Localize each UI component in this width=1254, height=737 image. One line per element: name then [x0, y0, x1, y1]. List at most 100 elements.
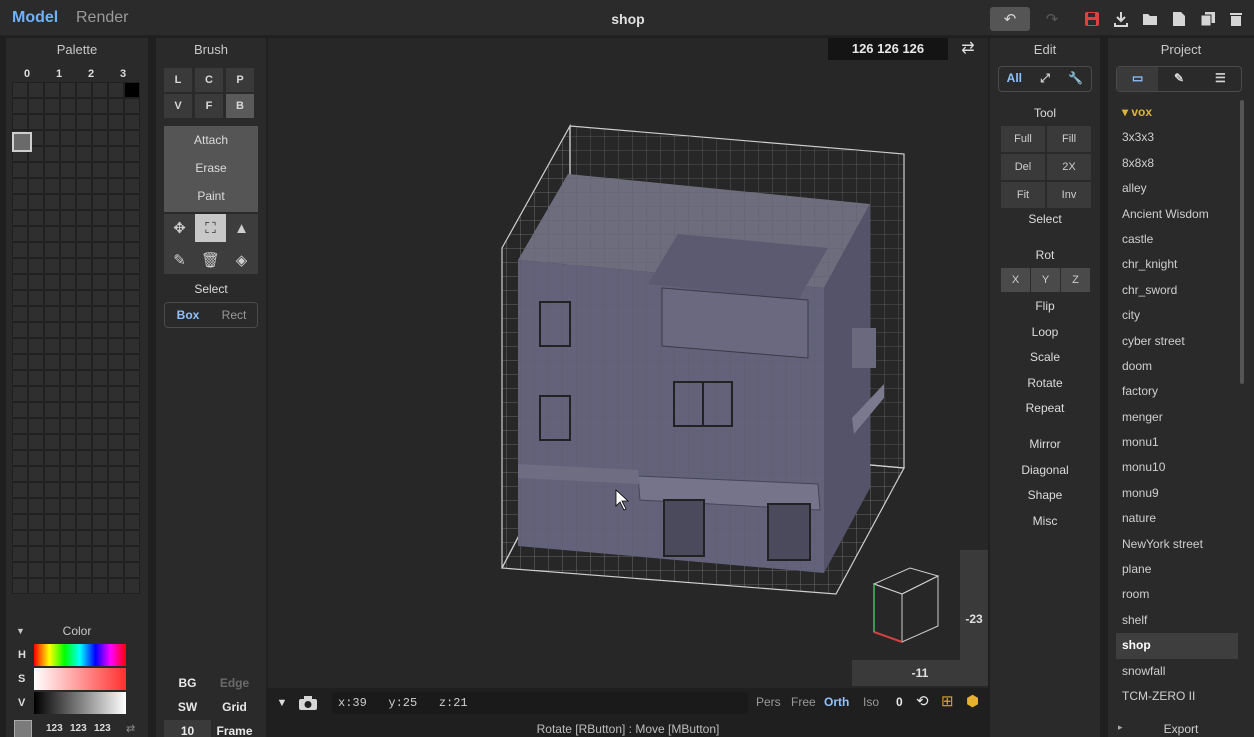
- palette-cell[interactable]: [44, 418, 60, 434]
- color-section-header[interactable]: ▼ Color: [6, 622, 148, 640]
- palette-cell[interactable]: [124, 498, 140, 514]
- palette-cell[interactable]: [60, 578, 76, 594]
- palette-cell[interactable]: [12, 466, 28, 482]
- palette-cell[interactable]: [124, 274, 140, 290]
- iso-view-button[interactable]: Iso: [863, 695, 879, 709]
- project-item[interactable]: room: [1116, 582, 1238, 607]
- fit-button[interactable]: Fit: [1001, 182, 1045, 208]
- palette-cell[interactable]: [44, 562, 60, 578]
- palette-cell[interactable]: [124, 434, 140, 450]
- palette-cell[interactable]: [76, 370, 92, 386]
- palette-cell[interactable]: [12, 162, 28, 178]
- bg-toggle[interactable]: BG: [164, 672, 211, 694]
- palette-cell[interactable]: [76, 162, 92, 178]
- brush-l-button[interactable]: L: [164, 68, 192, 92]
- palette-cell[interactable]: [44, 402, 60, 418]
- fill-button[interactable]: Fill: [1047, 126, 1091, 152]
- 3d-viewport[interactable]: -23 -11: [268, 38, 988, 688]
- palette-cell[interactable]: [28, 402, 44, 418]
- palette-cell[interactable]: [60, 258, 76, 274]
- palette-cell[interactable]: [92, 386, 108, 402]
- palette-cell[interactable]: [92, 578, 108, 594]
- sw-toggle[interactable]: SW: [164, 696, 211, 718]
- palette-cell[interactable]: [92, 434, 108, 450]
- pers-view-button[interactable]: Pers: [756, 695, 781, 709]
- palette-cell[interactable]: [76, 322, 92, 338]
- palette-cell[interactable]: [28, 274, 44, 290]
- palette-cell[interactable]: [76, 546, 92, 562]
- palette-cell[interactable]: [124, 450, 140, 466]
- palette-cell[interactable]: [92, 178, 108, 194]
- palette-cell[interactable]: [12, 530, 28, 546]
- palette-cell[interactable]: [108, 386, 124, 402]
- palette-cell[interactable]: [12, 322, 28, 338]
- project-item[interactable]: 8x8x8: [1116, 151, 1238, 176]
- palette-cell[interactable]: [76, 578, 92, 594]
- palette-cell[interactable]: [28, 194, 44, 210]
- palette-cell[interactable]: [44, 242, 60, 258]
- palette-cell[interactable]: [28, 482, 44, 498]
- palette-cell[interactable]: [124, 290, 140, 306]
- palette-cell[interactable]: [12, 194, 28, 210]
- palette-cell[interactable]: [12, 370, 28, 386]
- palette-cell[interactable]: [124, 386, 140, 402]
- palette-cell[interactable]: [44, 226, 60, 242]
- copy-button[interactable]: [1194, 7, 1222, 31]
- palette-cell[interactable]: [76, 114, 92, 130]
- mirror-button[interactable]: Mirror: [990, 437, 1100, 451]
- palette-cell[interactable]: [92, 562, 108, 578]
- palette-cell[interactable]: [12, 210, 28, 226]
- palette-cell[interactable]: [12, 450, 28, 466]
- flip-button[interactable]: Flip: [990, 299, 1100, 313]
- palette-cell[interactable]: [44, 370, 60, 386]
- palette-cell[interactable]: [92, 514, 108, 530]
- palette-cell[interactable]: [44, 434, 60, 450]
- palette-cell[interactable]: [44, 514, 60, 530]
- palette-cell[interactable]: [124, 322, 140, 338]
- project-item[interactable]: NewYork street: [1116, 532, 1238, 557]
- palette-cell[interactable]: [76, 98, 92, 114]
- palette-cell[interactable]: [108, 98, 124, 114]
- undo-button[interactable]: ↶: [990, 7, 1030, 31]
- palette-cell[interactable]: [108, 226, 124, 242]
- palette-cell[interactable]: [124, 514, 140, 530]
- palette-cell[interactable]: [76, 338, 92, 354]
- palette-cell[interactable]: [124, 162, 140, 178]
- palette-cell[interactable]: [44, 498, 60, 514]
- palette-cell[interactable]: [44, 258, 60, 274]
- palette-cell[interactable]: [60, 146, 76, 162]
- saturation-slider[interactable]: [34, 668, 126, 690]
- palette-cell[interactable]: [12, 178, 28, 194]
- palette-cell[interactable]: [92, 226, 108, 242]
- project-item[interactable]: monu1: [1116, 430, 1238, 455]
- palette-cell[interactable]: [28, 210, 44, 226]
- palette-cell[interactable]: [92, 274, 108, 290]
- palette-cell[interactable]: [12, 514, 28, 530]
- palette-cell[interactable]: [12, 290, 28, 306]
- save-button[interactable]: [1078, 7, 1106, 31]
- palette-cell[interactable]: [108, 338, 124, 354]
- palette-cell[interactable]: [12, 418, 28, 434]
- palette-cell[interactable]: [108, 370, 124, 386]
- project-item[interactable]: Ancient Wisdom: [1116, 202, 1238, 227]
- palette-cell[interactable]: [92, 338, 108, 354]
- palette-cell[interactable]: [60, 498, 76, 514]
- palette-column-0[interactable]: 0: [12, 68, 42, 80]
- face-select-icon[interactable]: ▲: [226, 214, 257, 242]
- cube-icon[interactable]: ⬢: [966, 692, 979, 710]
- palette-cell[interactable]: [44, 146, 60, 162]
- palette-cell[interactable]: [28, 530, 44, 546]
- palette-cell[interactable]: [124, 338, 140, 354]
- palette-cell[interactable]: [124, 210, 140, 226]
- project-item[interactable]: monu10: [1116, 455, 1238, 480]
- palette-cell[interactable]: [108, 434, 124, 450]
- palette-cell[interactable]: [76, 210, 92, 226]
- value-slider[interactable]: [34, 692, 126, 714]
- palette-cell[interactable]: [76, 226, 92, 242]
- folder-tab-icon[interactable]: ▭: [1117, 67, 1159, 91]
- palette-cell[interactable]: [12, 338, 28, 354]
- palette-cell[interactable]: [76, 258, 92, 274]
- hue-slider[interactable]: [34, 644, 126, 666]
- open-button[interactable]: [1136, 7, 1164, 31]
- palette-cell[interactable]: [60, 210, 76, 226]
